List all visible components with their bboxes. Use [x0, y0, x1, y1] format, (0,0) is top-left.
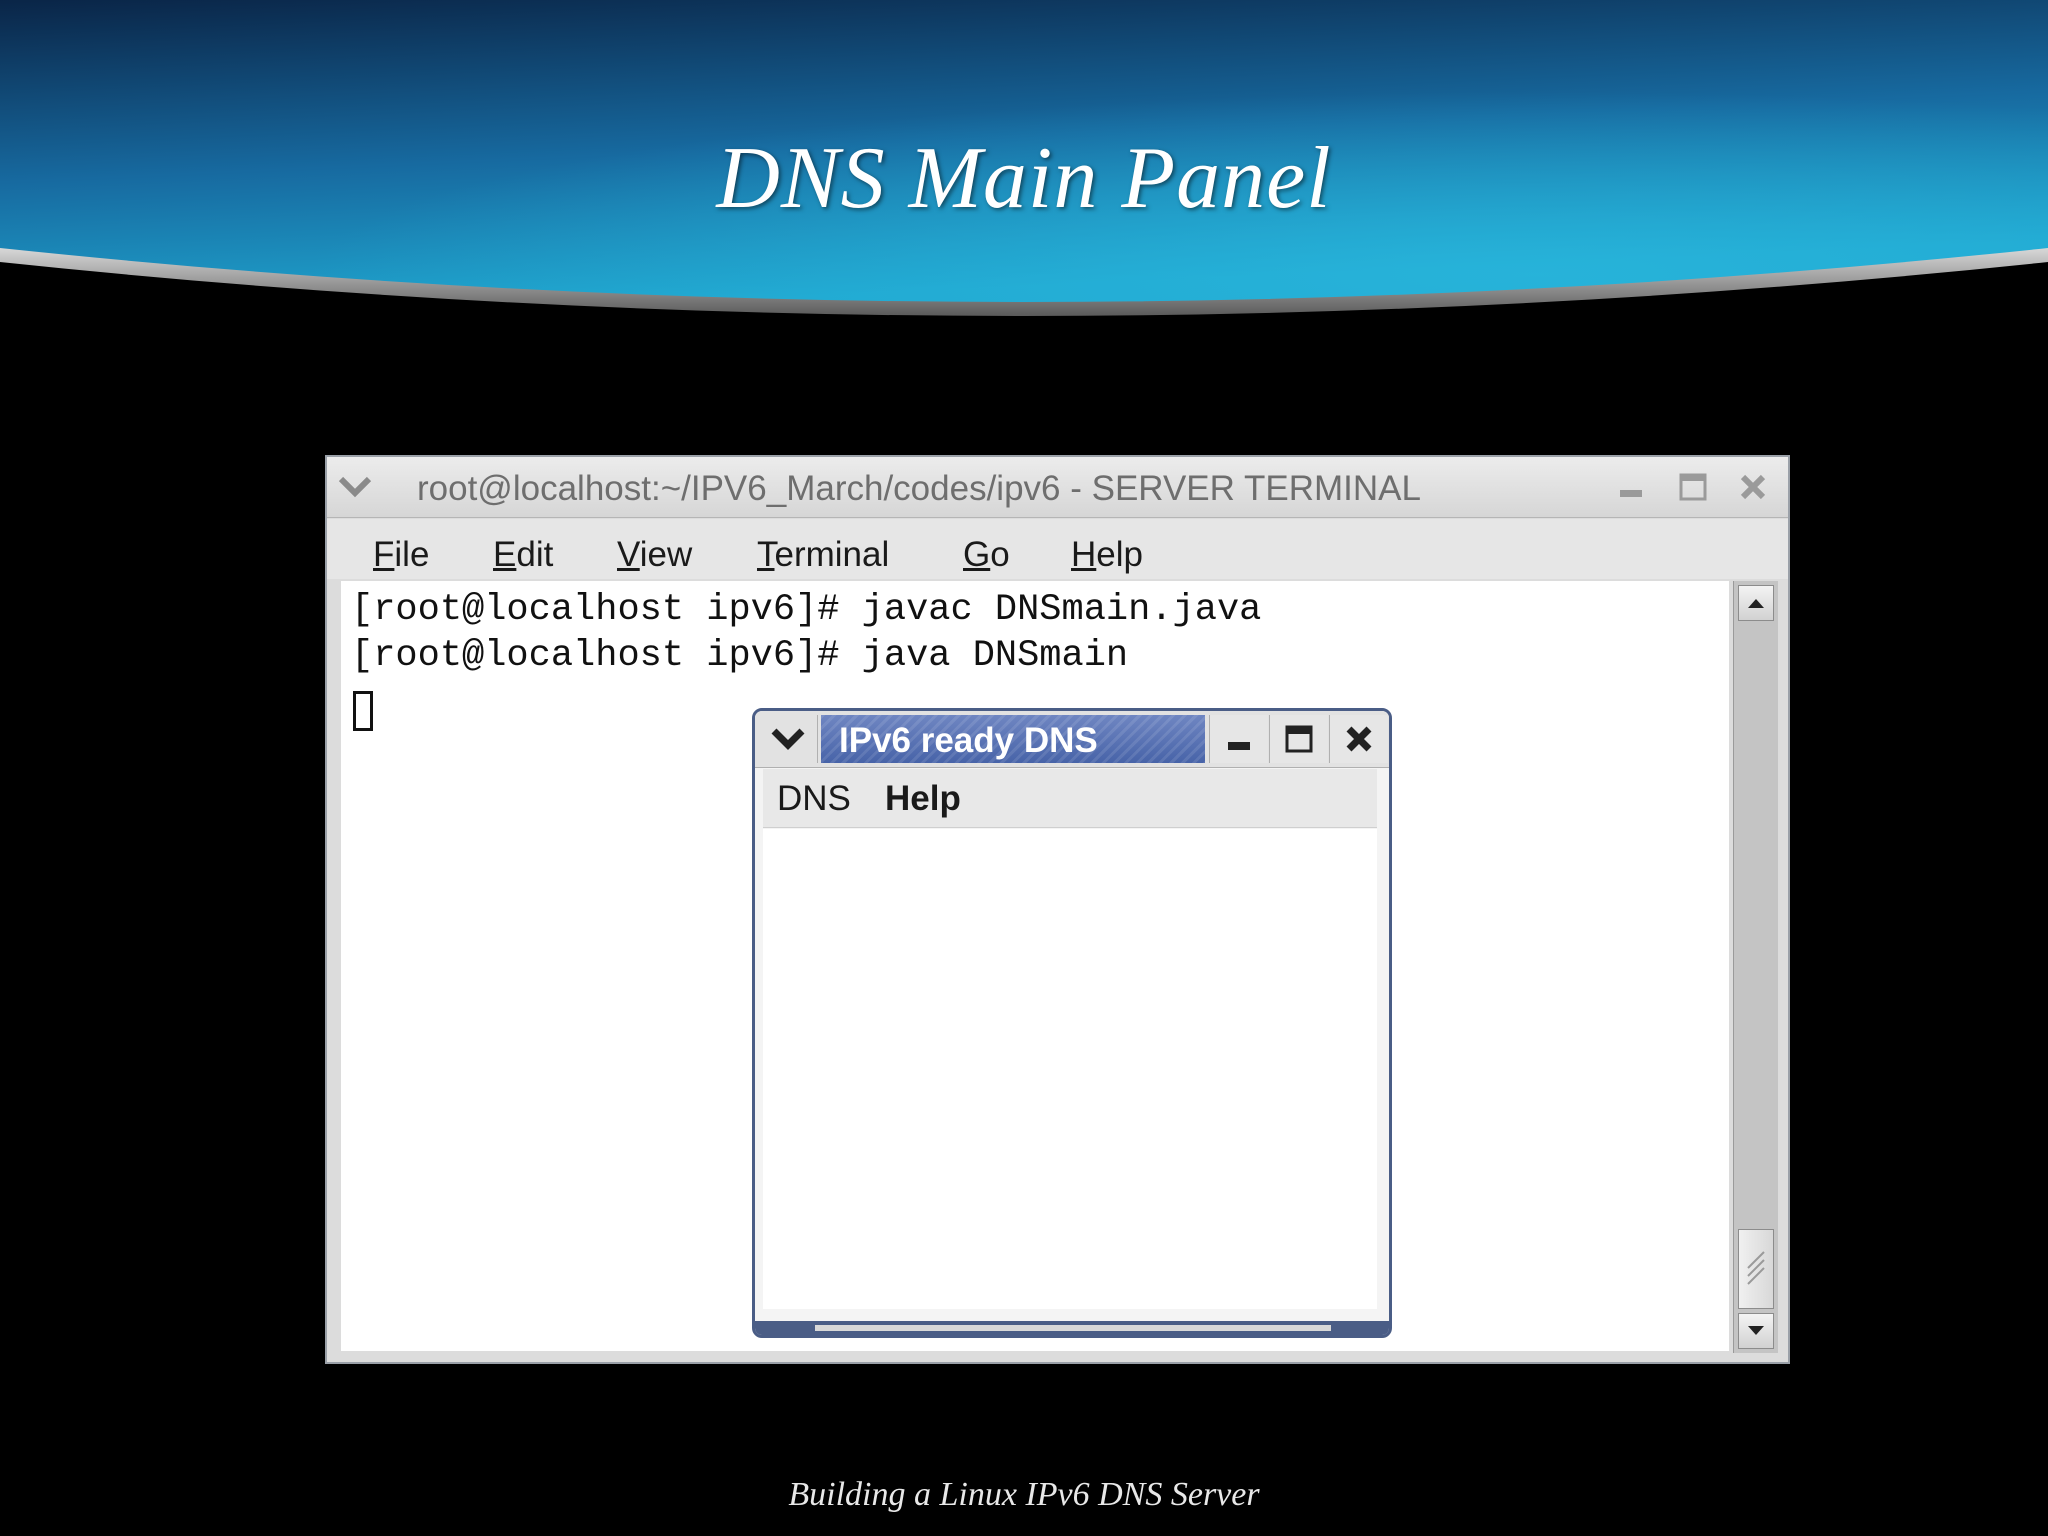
scroll-down-arrow-icon[interactable]	[1738, 1313, 1774, 1349]
maximize-icon[interactable]	[1671, 467, 1715, 507]
menu-help[interactable]: Help	[1071, 535, 1143, 575]
slide-title: DNS Main Panel	[716, 130, 1332, 227]
dns-minimize-icon[interactable]	[1209, 715, 1268, 763]
dns-titlebar[interactable]: IPv6 ready DNS	[755, 711, 1389, 768]
close-icon[interactable]	[1731, 467, 1775, 507]
scroll-thumb[interactable]	[1738, 1229, 1774, 1309]
menu-edit[interactable]: Edit	[493, 535, 553, 575]
terminal-menubar: File Edit View Terminal Go Help	[327, 519, 1788, 579]
minimize-icon[interactable]	[1609, 467, 1653, 507]
dns-bottom-edge	[815, 1325, 1331, 1331]
dns-menubar: DNS Help	[763, 769, 1377, 828]
scroll-up-arrow-icon[interactable]	[1738, 585, 1774, 621]
terminal-line: [root@localhost ipv6]# javac DNSmain.jav…	[351, 589, 1262, 631]
terminal-window-title: root@localhost:~/IPV6_March/codes/ipv6 -…	[417, 469, 1421, 508]
dns-title-area[interactable]: IPv6 ready DNS	[821, 715, 1205, 763]
dns-close-icon[interactable]	[1329, 715, 1388, 763]
menu-view[interactable]: View	[617, 535, 692, 575]
dns-window-title: IPv6 ready DNS	[839, 721, 1098, 760]
terminal-cursor	[353, 691, 373, 731]
menu-file[interactable]: File	[373, 535, 429, 575]
menu-go[interactable]: Go	[963, 535, 1010, 575]
dns-menu-dns[interactable]: DNS	[777, 779, 851, 819]
dns-window-menu-chevron-icon[interactable]	[759, 715, 818, 763]
dns-window[interactable]: IPv6 ready DNS DNS Help	[752, 708, 1392, 1338]
window-menu-chevron-icon[interactable]	[335, 467, 375, 507]
dns-menu-help[interactable]: Help	[885, 779, 961, 819]
terminal-titlebar[interactable]: root@localhost:~/IPV6_March/codes/ipv6 -…	[327, 457, 1788, 518]
dns-window-bottom-border[interactable]	[755, 1321, 1389, 1335]
dns-main-panel	[763, 829, 1377, 1309]
slide-footer: Building a Linux IPv6 DNS Server	[788, 1476, 1260, 1513]
menu-terminal[interactable]: Terminal	[757, 535, 889, 575]
terminal-line: [root@localhost ipv6]# java DNSmain	[351, 635, 1129, 677]
terminal-scrollbar[interactable]	[1733, 581, 1778, 1353]
dns-maximize-icon[interactable]	[1269, 715, 1328, 763]
